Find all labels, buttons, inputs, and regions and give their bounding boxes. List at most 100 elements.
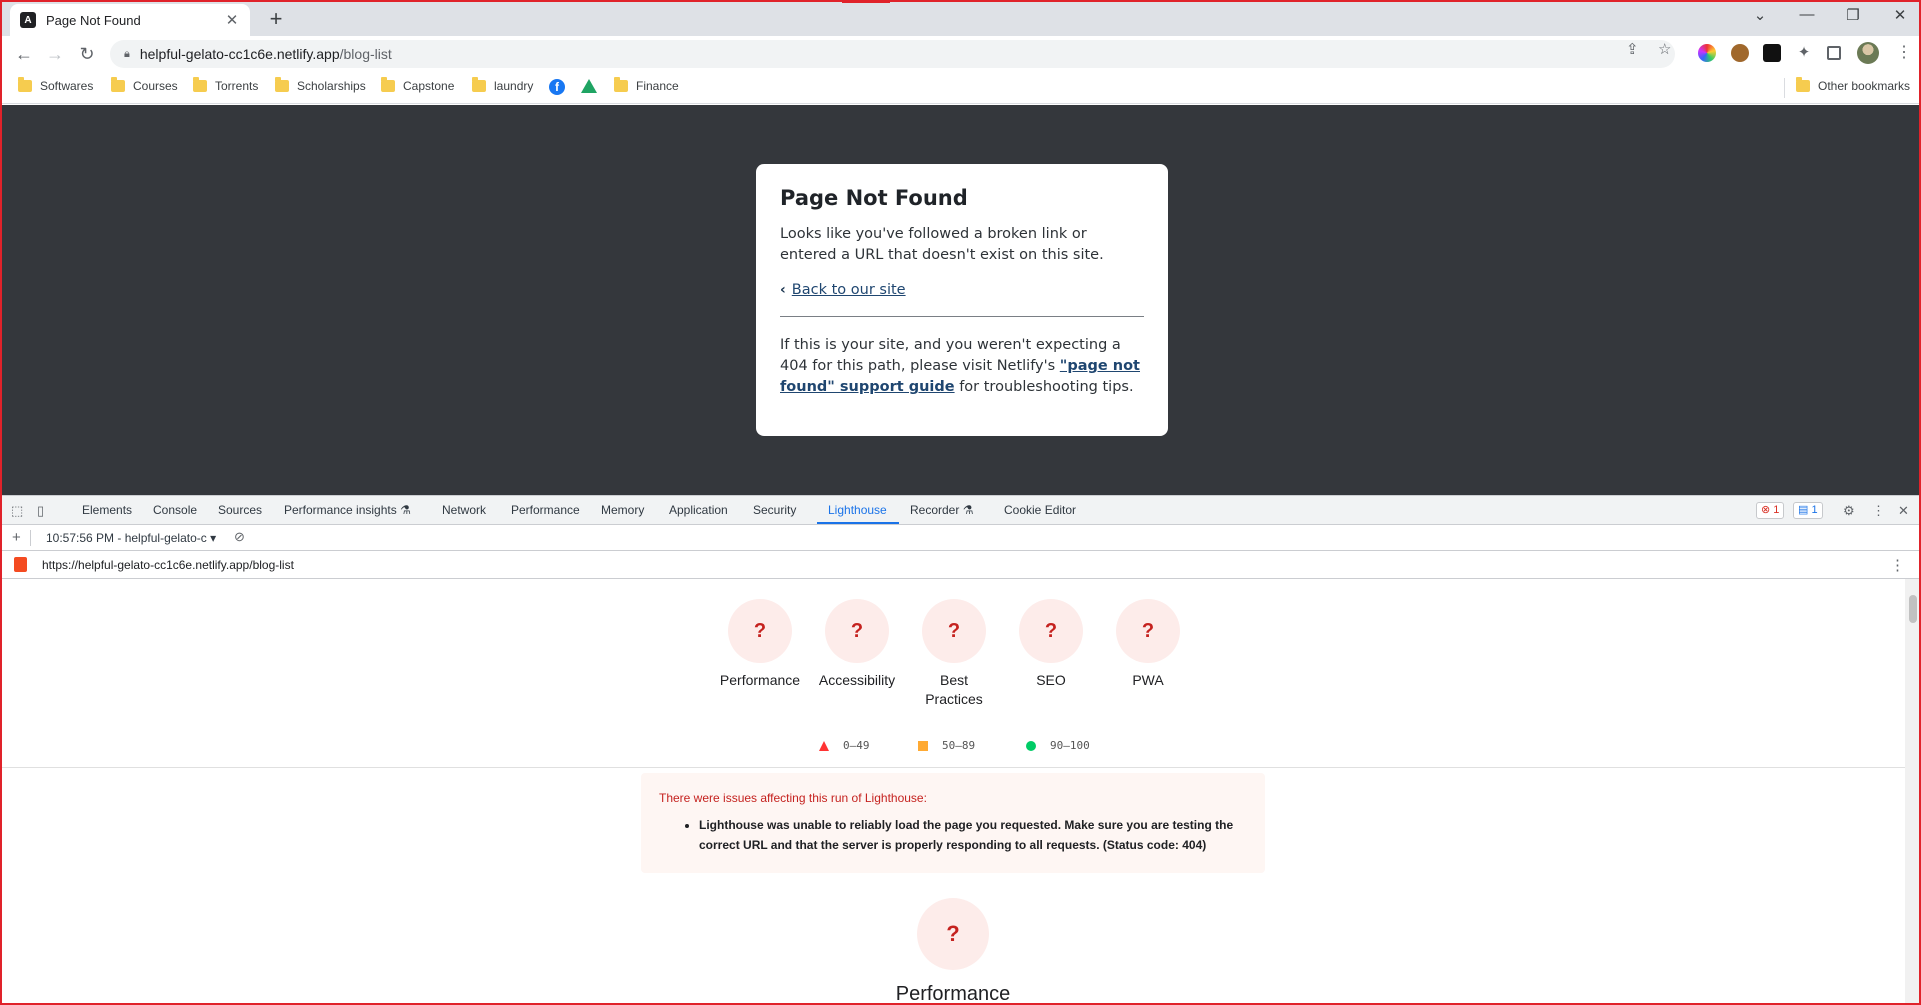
- settings-gear-icon[interactable]: ⚙: [1843, 503, 1855, 519]
- pwa-gauge[interactable]: ?: [1116, 599, 1180, 663]
- folder-icon: [275, 77, 289, 92]
- new-tab-button[interactable]: +: [262, 6, 290, 32]
- dev-extension-icon[interactable]: [1763, 44, 1781, 62]
- folder-icon: [193, 77, 207, 92]
- extensions-puzzle-icon[interactable]: ✦: [1795, 44, 1813, 62]
- legend-pass: 90–100: [1026, 739, 1090, 752]
- bookmark-laundry[interactable]: laundry: [472, 77, 533, 93]
- flask-icon: ⚗: [400, 503, 411, 517]
- other-bookmarks[interactable]: Other bookmarks: [1796, 77, 1910, 93]
- reload-icon[interactable]: ↻: [75, 42, 99, 66]
- report-scrollbar[interactable]: [1905, 579, 1921, 1005]
- lock-icon: 🔒︎: [124, 47, 130, 60]
- tab-recorder[interactable]: Recorder ⚗: [910, 496, 973, 525]
- message-icon: ▤: [1798, 504, 1809, 516]
- folder-icon: [111, 77, 125, 92]
- color-picker-extension-icon[interactable]: [1698, 44, 1716, 62]
- close-window-button[interactable]: ✕: [1886, 6, 1914, 24]
- side-panel-icon[interactable]: [1827, 46, 1841, 60]
- bookmarks-bar: Softwares Courses Torrents Scholarships …: [0, 72, 1921, 104]
- bookmark-torrents[interactable]: Torrents: [193, 77, 258, 93]
- tab-security[interactable]: Security: [753, 496, 796, 525]
- browser-toolbar: ← → ↻ 🔒︎ helpful-gelato-cc1c6e.netlify.a…: [0, 36, 1921, 72]
- cookie-extension-icon[interactable]: [1731, 44, 1749, 62]
- address-bar[interactable]: 🔒︎ helpful-gelato-cc1c6e.netlify.app/blo…: [110, 40, 1675, 68]
- performance-gauge[interactable]: ?: [728, 599, 792, 663]
- performance-section-title: Performance: [895, 983, 1011, 1005]
- bookmark-star-icon[interactable]: ☆: [1658, 40, 1671, 58]
- device-toolbar-icon[interactable]: ▯: [37, 503, 44, 519]
- best-practices-gauge[interactable]: ?: [922, 599, 986, 663]
- bookmark-finance[interactable]: Finance: [614, 77, 679, 93]
- page-title: Page Not Found: [780, 186, 968, 210]
- performance-section-gauge[interactable]: ?: [917, 898, 989, 970]
- minimize-button[interactable]: —: [1793, 6, 1821, 23]
- seo-gauge[interactable]: ?: [1019, 599, 1083, 663]
- report-menu-icon[interactable]: ⋮: [1890, 556, 1905, 574]
- back-link-label: Back to our site: [791, 282, 906, 298]
- back-to-site-link[interactable]: ‹ Back to our site: [780, 282, 1144, 298]
- tab-lighthouse[interactable]: Lighthouse: [828, 496, 887, 525]
- tab-network[interactable]: Network: [442, 496, 486, 525]
- warnings-list: Lighthouse was unable to reliably load t…: [699, 815, 1247, 855]
- accessibility-gauge[interactable]: ?: [825, 599, 889, 663]
- forward-arrow-icon[interactable]: →: [43, 42, 67, 66]
- tab-performance-insights[interactable]: Performance insights ⚗: [284, 496, 411, 525]
- browser-menu-icon[interactable]: ⋮: [1895, 44, 1913, 62]
- error-count-badge[interactable]: ⊗ 1: [1756, 502, 1785, 519]
- devtools-tab-bar: ⬚ ▯ Elements Console Sources Performance…: [0, 495, 1921, 525]
- tab-memory[interactable]: Memory: [601, 496, 644, 525]
- toolbar-separator: [30, 530, 31, 546]
- bookmark-courses[interactable]: Courses: [111, 77, 178, 93]
- fail-triangle-icon: [819, 740, 829, 751]
- restore-button[interactable]: ❐: [1839, 6, 1867, 24]
- devtools-panel: ⬚ ▯ Elements Console Sources Performance…: [0, 495, 1921, 1005]
- tab-close-icon[interactable]: ✕: [224, 11, 240, 29]
- google-drive-bookmark-icon[interactable]: [581, 79, 597, 93]
- bookmark-scholarships[interactable]: Scholarships: [275, 77, 366, 93]
- close-devtools-icon[interactable]: ✕: [1898, 503, 1909, 519]
- url-path: /blog-list: [339, 46, 392, 62]
- message-count-badge[interactable]: ▤ 1: [1793, 502, 1823, 519]
- tab-cookie-editor[interactable]: Cookie Editor: [1004, 496, 1076, 525]
- seo-label: SEO: [1036, 672, 1066, 688]
- devtools-menu-icon[interactable]: ⋮: [1872, 503, 1885, 519]
- tab-console[interactable]: Console: [153, 496, 197, 525]
- profile-avatar[interactable]: [1857, 42, 1879, 64]
- tab-sources[interactable]: Sources: [218, 496, 262, 525]
- title-bar-indicator: [842, 0, 890, 3]
- bookmark-softwares[interactable]: Softwares: [18, 77, 93, 93]
- new-report-plus-icon[interactable]: +: [12, 529, 21, 546]
- share-icon[interactable]: ⇪: [1626, 40, 1639, 58]
- scrollbar-thumb[interactable]: [1909, 595, 1917, 623]
- facebook-bookmark-icon[interactable]: f: [549, 79, 565, 95]
- active-tab-indicator: [817, 522, 899, 524]
- lighthouse-toolbar: + 10:57:56 PM - helpful-gelato-c ▾ ⊘: [0, 525, 1921, 551]
- tab-performance[interactable]: Performance: [511, 496, 580, 525]
- lighthouse-logo-icon: [14, 557, 27, 572]
- report-url[interactable]: https://helpful-gelato-cc1c6e.netlify.ap…: [42, 558, 294, 572]
- performance-label: Performance: [719, 672, 801, 688]
- report-selector[interactable]: 10:57:56 PM - helpful-gelato-c ▾: [46, 531, 216, 545]
- intro-text: Looks like you've followed a broken link…: [780, 226, 1104, 263]
- folder-icon: [18, 77, 32, 92]
- warnings-title: There were issues affecting this run of …: [659, 791, 927, 805]
- page-viewport: Page Not Found Looks like you've followe…: [0, 105, 1921, 495]
- bookmark-capstone[interactable]: Capstone: [381, 77, 454, 93]
- tab-title: Page Not Found: [46, 12, 141, 28]
- browser-tab[interactable]: A Page Not Found ✕: [10, 4, 250, 36]
- report-divider: [0, 767, 1905, 768]
- bookmarks-separator: [1784, 78, 1785, 98]
- report-url-bar: https://helpful-gelato-cc1c6e.netlify.ap…: [0, 551, 1921, 579]
- not-found-card: Page Not Found Looks like you've followe…: [756, 164, 1168, 436]
- divider: [780, 316, 1144, 317]
- tab-application[interactable]: Application: [669, 496, 728, 525]
- folder-icon: [1796, 77, 1810, 92]
- back-arrow-icon[interactable]: ←: [12, 42, 36, 66]
- inspect-element-icon[interactable]: ⬚: [11, 503, 23, 519]
- tab-strip: A Page Not Found ✕ + ⌄ — ❐ ✕: [0, 0, 1921, 36]
- tab-search-icon[interactable]: ⌄: [1746, 6, 1774, 24]
- chevron-left-icon: ‹: [780, 282, 786, 298]
- clear-icon[interactable]: ⊘: [234, 529, 245, 545]
- tab-elements[interactable]: Elements: [82, 496, 132, 525]
